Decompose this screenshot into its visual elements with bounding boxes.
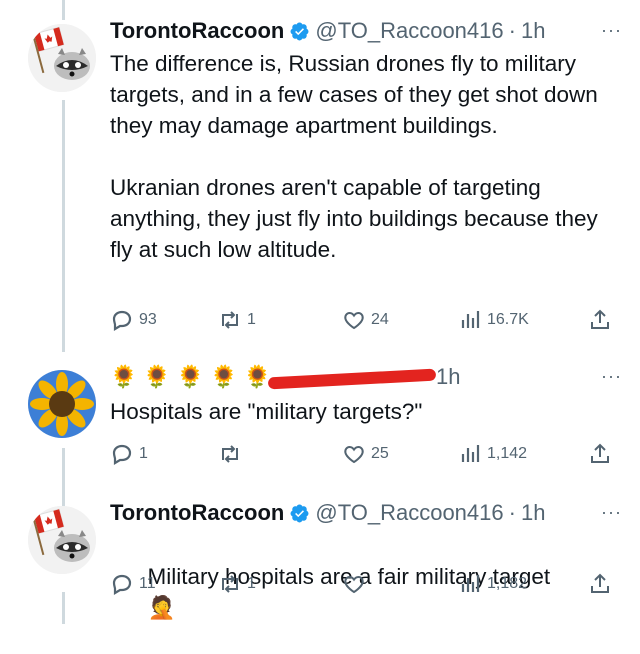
display-name[interactable]: TorontoRaccoon xyxy=(110,18,284,44)
share-icon xyxy=(591,573,609,593)
facepalm-emoji: 🤦 xyxy=(147,595,176,620)
like-count: 24 xyxy=(371,311,389,328)
display-name[interactable]: TorontoRaccoon xyxy=(110,500,284,526)
verified-badge-icon xyxy=(290,504,309,522)
timestamp[interactable]: 1h xyxy=(521,500,545,526)
reply-count: 11 xyxy=(139,575,156,592)
reply-count: 1 xyxy=(139,445,148,462)
share-button[interactable] xyxy=(588,440,617,468)
reply-icon xyxy=(112,574,132,595)
separator-dot: · xyxy=(508,18,516,43)
handle[interactable]: @TO_Raccoon416 xyxy=(315,18,503,44)
tweet-header: TorontoRaccoon @TO_Raccoon416 · 1h ··· xyxy=(110,498,622,528)
tweet-actions: 11 1 1,182 xyxy=(110,570,622,598)
like-button[interactable]: 24 xyxy=(342,306,389,334)
tweet-actions: 1 25 1,142 xyxy=(110,440,622,468)
tweet-actions: 93 1 24 16.7K xyxy=(110,306,622,334)
more-options-icon[interactable]: ··· xyxy=(601,20,622,41)
share-button[interactable] xyxy=(588,570,617,598)
views-count: 16.7K xyxy=(487,311,529,328)
tweet-header: 🌻🌻🌻🌻🌻 1h ··· xyxy=(110,362,622,392)
reply-count: 93 xyxy=(139,311,157,328)
tweet-1[interactable]: TorontoRaccoon @TO_Raccoon416 · 1h ··· T… xyxy=(0,16,640,346)
like-count: 25 xyxy=(371,445,389,462)
retweet-icon xyxy=(222,445,238,463)
retweet-button[interactable]: 1 xyxy=(218,306,256,334)
share-icon xyxy=(591,443,609,463)
avatar-sunflower[interactable] xyxy=(28,370,96,438)
reply-icon xyxy=(112,310,132,331)
heart-icon xyxy=(344,311,364,330)
more-options-icon[interactable]: ··· xyxy=(601,502,622,523)
like-button[interactable] xyxy=(342,570,371,598)
retweet-icon xyxy=(222,575,238,593)
retweet-icon xyxy=(222,311,238,329)
redaction-mark xyxy=(267,368,437,390)
tweet-3[interactable]: TorontoRaccoon @TO_Raccoon416 · 1h ··· M… xyxy=(0,498,640,624)
timestamp[interactable]: 1h xyxy=(436,364,460,390)
reply-button[interactable]: 93 xyxy=(110,306,157,334)
like-button[interactable]: 25 xyxy=(342,440,389,468)
more-options-icon[interactable]: ··· xyxy=(601,366,622,387)
share-icon xyxy=(591,309,609,329)
heart-icon xyxy=(344,575,364,594)
display-name-emojis[interactable]: 🌻🌻🌻🌻🌻 xyxy=(110,364,277,390)
verified-badge-icon xyxy=(290,22,309,40)
avatar-torontoraccoon[interactable] xyxy=(28,24,96,92)
separator-dot: · xyxy=(508,500,516,525)
views-count: 1,182 xyxy=(487,575,528,592)
views-icon xyxy=(461,575,480,592)
views-count: 1,142 xyxy=(487,445,528,462)
heart-icon xyxy=(344,445,364,464)
views-icon xyxy=(461,311,480,328)
tweet-text: Hospitals are "military targets?" xyxy=(110,399,423,424)
avatar-torontoraccoon[interactable] xyxy=(28,506,96,574)
reply-button[interactable]: 11 xyxy=(110,570,156,598)
tweet-header: TorontoRaccoon @TO_Raccoon416 · 1h ··· xyxy=(110,16,622,46)
retweet-button[interactable]: 1 xyxy=(218,570,256,598)
retweet-count: 1 xyxy=(247,575,256,592)
share-button[interactable] xyxy=(588,306,617,334)
views-button[interactable]: 1,142 xyxy=(458,440,527,468)
reply-button[interactable]: 1 xyxy=(110,440,148,468)
views-icon xyxy=(461,445,480,462)
handle[interactable]: @TO_Raccoon416 xyxy=(315,500,503,526)
views-button[interactable]: 1,182 xyxy=(458,570,527,598)
timestamp[interactable]: 1h xyxy=(521,18,545,44)
retweet-count: 1 xyxy=(247,311,256,328)
tweet-text: The difference is, Russian drones fly to… xyxy=(110,51,598,262)
tweet-2[interactable]: 🌻🌻🌻🌻🌻 1h ··· Hospitals are "military tar… xyxy=(0,362,640,472)
views-button[interactable]: 16.7K xyxy=(458,306,529,334)
retweet-button[interactable] xyxy=(218,440,247,468)
reply-icon xyxy=(112,444,132,465)
